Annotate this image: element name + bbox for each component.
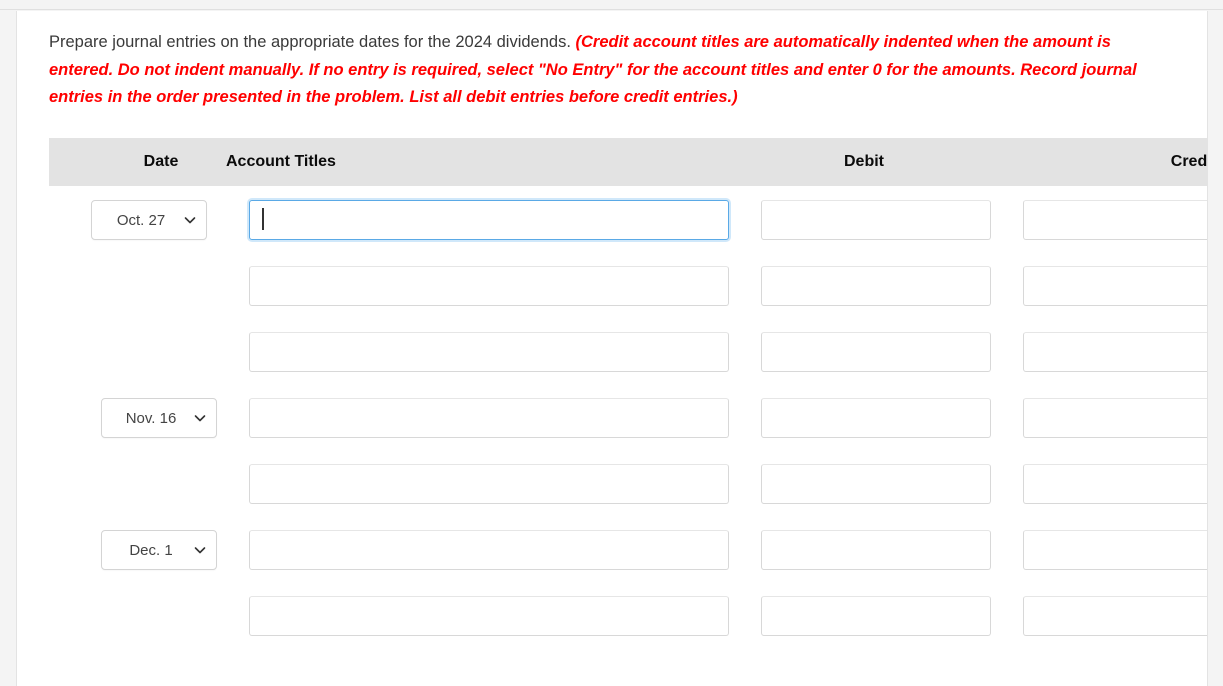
content-card: Prepare journal entries on the appropria… (16, 11, 1208, 686)
table-row: Nov. 16 (49, 384, 1207, 450)
account-titles-input-4[interactable] (249, 398, 729, 438)
debit-input-2[interactable] (761, 266, 991, 306)
credit-input-6[interactable] (1023, 530, 1207, 570)
page-root: Prepare journal entries on the appropria… (0, 0, 1223, 686)
debit-input-1[interactable] (761, 200, 991, 240)
table-row (49, 318, 1207, 384)
credit-input-1[interactable] (1023, 200, 1207, 240)
date-select-4[interactable]: Nov. 16 (101, 398, 217, 438)
instructions-paragraph: Prepare journal entries on the appropria… (49, 29, 1166, 112)
cell-date (49, 318, 229, 384)
credit-input-3[interactable] (1023, 332, 1207, 372)
date-select-value: Oct. 27 (116, 211, 166, 229)
column-header-debit: Debit (844, 153, 884, 170)
top-strip (0, 0, 1223, 10)
debit-input-6[interactable] (761, 530, 991, 570)
chevron-down-icon (194, 412, 206, 424)
credit-input-5[interactable] (1023, 464, 1207, 504)
cell-date: Dec. 1 (49, 516, 229, 582)
cell-date (49, 252, 229, 318)
date-select-1[interactable]: Oct. 27 (91, 200, 207, 240)
date-select-value: Nov. 16 (125, 409, 177, 427)
journal-entry-table: Date Account Titles Debit Credit Oct. 27… (49, 138, 1208, 686)
table-row (49, 582, 1207, 648)
column-header-account-titles: Account Titles (226, 153, 336, 170)
debit-input-4[interactable] (761, 398, 991, 438)
debit-input-5[interactable] (761, 464, 991, 504)
credit-input-2[interactable] (1023, 266, 1207, 306)
table-row (49, 450, 1207, 516)
cell-date: Oct. 27 (49, 186, 229, 252)
table-row (49, 252, 1207, 318)
chevron-down-icon (194, 544, 206, 556)
column-header-credit: Credit (1170, 153, 1208, 170)
text-cursor (262, 208, 264, 230)
table-row: Oct. 27 (49, 186, 1207, 252)
date-select-value: Dec. 1 (129, 541, 173, 559)
column-header-date: Date (143, 153, 179, 170)
cell-date (49, 450, 229, 516)
table-body: Oct. 27 Nov. 16 Dec. 1 (49, 186, 1207, 686)
date-select-6[interactable]: Dec. 1 (101, 530, 217, 570)
chevron-down-icon (184, 214, 196, 226)
account-titles-input-3[interactable] (249, 332, 729, 372)
table-row: Dec. 1 (49, 516, 1207, 582)
cell-date (49, 582, 229, 648)
cell-date: Nov. 16 (49, 384, 229, 450)
debit-input-7[interactable] (761, 596, 991, 636)
account-titles-input-6[interactable] (249, 530, 729, 570)
instructions-plain-text: Prepare journal entries on the appropria… (49, 33, 576, 51)
account-titles-input-1[interactable] (249, 200, 729, 240)
credit-input-4[interactable] (1023, 398, 1207, 438)
account-titles-input-2[interactable] (249, 266, 729, 306)
account-titles-input-5[interactable] (249, 464, 729, 504)
account-titles-input-7[interactable] (249, 596, 729, 636)
table-header-row: Date Account Titles Debit Credit (49, 138, 1208, 186)
debit-input-3[interactable] (761, 332, 991, 372)
credit-input-7[interactable] (1023, 596, 1207, 636)
